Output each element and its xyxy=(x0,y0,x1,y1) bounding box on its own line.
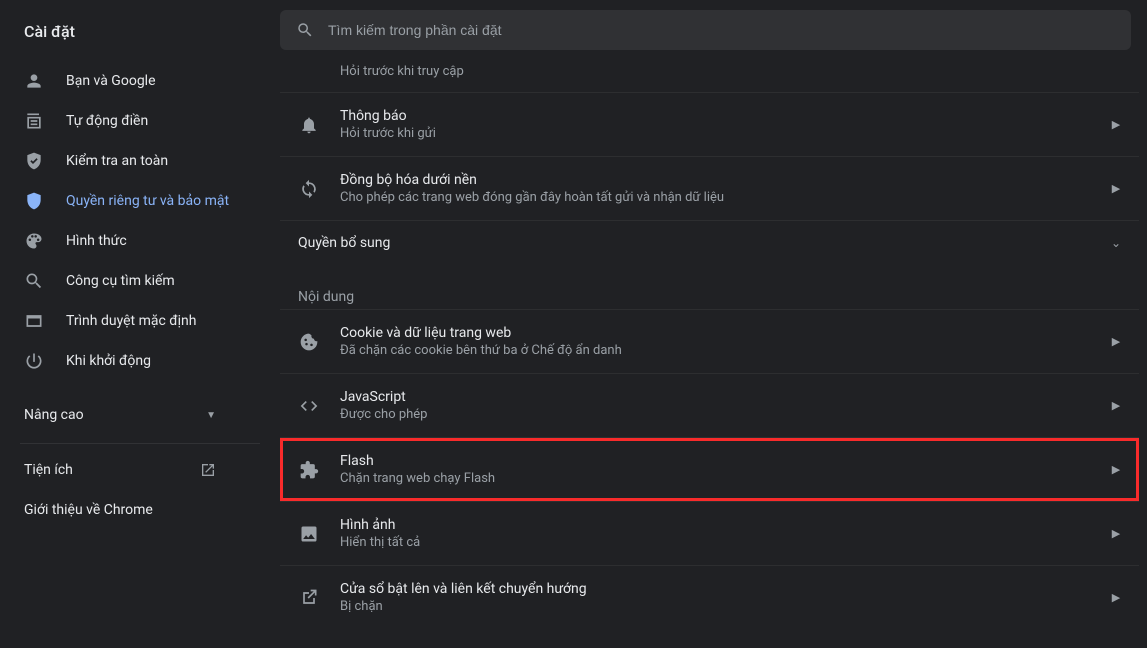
launch-icon xyxy=(200,462,256,478)
setting-row-subtitle: Cho phép các trang web đóng gần đây hoàn… xyxy=(340,190,1111,205)
search-wrap xyxy=(280,0,1147,60)
sidebar-item-autofill[interactable]: Tự động điền xyxy=(0,101,280,141)
sidebar-item-default-browser[interactable]: Trình duyệt mặc định xyxy=(0,301,280,341)
sidebar-item-on-startup[interactable]: Khi khởi động xyxy=(0,341,280,381)
setting-row-subtitle: Hiển thị tất cả xyxy=(340,535,1111,550)
chevron-right-icon: ▶ xyxy=(1111,591,1121,604)
setting-row-subtitle: Chặn trang web chạy Flash xyxy=(340,471,1111,486)
chevron-down-icon: ⌄ xyxy=(1111,236,1121,250)
setting-row-cookies[interactable]: Cookie và dữ liệu trang web Đã chặn các … xyxy=(280,309,1139,373)
sidebar-extensions[interactable]: Tiện ích xyxy=(0,450,280,490)
sidebar-nav: Bạn và Google Tự động điền Kiểm tra an t… xyxy=(0,61,280,648)
additional-permissions-label: Quyền bổ sung xyxy=(298,235,390,251)
setting-row-flash[interactable]: Flash Chặn trang web chạy Flash ▶ xyxy=(280,437,1139,501)
autofill-icon xyxy=(24,111,44,131)
chevron-right-icon: ▶ xyxy=(1111,182,1121,195)
sidebar-item-safety-check[interactable]: Kiểm tra an toàn xyxy=(0,141,280,181)
popup-icon xyxy=(298,587,320,609)
sidebar-item-label: Quyền riêng tư và bảo mật xyxy=(66,193,229,209)
setting-row-subtitle: Hỏi trước khi truy cập xyxy=(340,64,1111,79)
shield-check-icon xyxy=(24,151,44,171)
sidebar-item-you-and-google[interactable]: Bạn và Google xyxy=(0,61,280,101)
sidebar-advanced-toggle[interactable]: Nâng cao ▼ xyxy=(0,393,280,437)
chevron-right-icon: ▶ xyxy=(1111,118,1121,131)
setting-row-javascript[interactable]: JavaScript Được cho phép ▶ xyxy=(280,373,1139,437)
sidebar-item-label: Tự động điền xyxy=(66,113,148,129)
setting-row-subtitle: Đã chặn các cookie bên thứ ba ở Chế độ ẩ… xyxy=(340,343,1111,358)
setting-row-subtitle: Hỏi trước khi gửi xyxy=(340,126,1111,141)
chevron-right-icon: ▶ xyxy=(1111,335,1121,348)
setting-row-notifications[interactable]: Thông báo Hỏi trước khi gửi ▶ xyxy=(280,92,1139,156)
setting-row-title: Thông báo xyxy=(340,108,1111,124)
browser-icon xyxy=(24,311,44,331)
chevron-down-icon: ▼ xyxy=(206,410,256,421)
sidebar-item-label: Trình duyệt mặc định xyxy=(66,313,197,329)
content-section-title: Nội dung xyxy=(280,265,1139,309)
search-bar[interactable] xyxy=(280,10,1131,50)
palette-icon xyxy=(24,231,44,251)
setting-row-background-sync[interactable]: Đồng bộ hóa dưới nền Cho phép các trang … xyxy=(280,156,1139,220)
sidebar-item-search-engine[interactable]: Công cụ tìm kiếm xyxy=(0,261,280,301)
location-icon xyxy=(298,60,320,82)
chevron-right-icon: ▶ xyxy=(1111,463,1121,476)
sidebar-item-label: Kiểm tra an toàn xyxy=(66,153,168,169)
chevron-right-icon: ▶ xyxy=(1111,527,1121,540)
chevron-right-icon: ▶ xyxy=(1111,399,1121,412)
search-icon xyxy=(296,21,314,39)
sidebar: Cài đặt Bạn và Google Tự động điền Kiểm … xyxy=(0,0,280,648)
setting-row-images[interactable]: Hình ảnh Hiển thị tất cả ▶ xyxy=(280,501,1139,565)
page-title: Cài đặt xyxy=(0,0,280,61)
main-content: Hỏi trước khi truy cập ▶ Thông báo Hỏi t… xyxy=(280,0,1147,648)
power-icon xyxy=(24,351,44,371)
person-icon xyxy=(24,71,44,91)
sync-icon xyxy=(298,178,320,200)
bell-icon xyxy=(298,114,320,136)
setting-row-title: Đồng bộ hóa dưới nền xyxy=(340,172,1111,188)
code-icon xyxy=(298,395,320,417)
plugin-icon xyxy=(298,459,320,481)
sidebar-item-privacy-security[interactable]: Quyền riêng tư và bảo mật xyxy=(0,181,280,221)
sidebar-item-label: Khi khởi động xyxy=(66,353,151,369)
setting-row-subtitle: Được cho phép xyxy=(340,407,1111,422)
sidebar-item-appearance[interactable]: Hình thức xyxy=(0,221,280,261)
additional-permissions-toggle[interactable]: Quyền bổ sung ⌄ xyxy=(280,220,1139,265)
setting-row-subtitle: Bị chặn xyxy=(340,599,1111,614)
setting-row-title: JavaScript xyxy=(340,389,1111,405)
search-icon xyxy=(24,271,44,291)
sidebar-item-label: Công cụ tìm kiếm xyxy=(66,273,175,289)
settings-content: Hỏi trước khi truy cập ▶ Thông báo Hỏi t… xyxy=(280,60,1147,648)
setting-row-title: Cửa sổ bật lên và liên kết chuyển hướng xyxy=(340,581,1111,597)
shield-icon xyxy=(24,191,44,211)
setting-row-title: Hình ảnh xyxy=(340,517,1111,533)
sidebar-about-label: Giới thiệu về Chrome xyxy=(24,502,153,518)
setting-row-title: Flash xyxy=(340,453,1111,469)
sidebar-about-chrome[interactable]: Giới thiệu về Chrome xyxy=(0,490,280,530)
sidebar-advanced-label: Nâng cao xyxy=(24,407,84,423)
sidebar-item-label: Hình thức xyxy=(66,233,127,249)
setting-row-location[interactable]: Hỏi trước khi truy cập ▶ xyxy=(280,60,1139,92)
search-input[interactable] xyxy=(328,22,1115,38)
sidebar-extensions-label: Tiện ích xyxy=(24,462,73,478)
sidebar-item-label: Bạn và Google xyxy=(66,73,156,89)
setting-row-popups[interactable]: Cửa sổ bật lên và liên kết chuyển hướng … xyxy=(280,565,1139,629)
sidebar-divider xyxy=(20,443,260,444)
image-icon xyxy=(298,523,320,545)
setting-row-title: Cookie và dữ liệu trang web xyxy=(340,325,1111,341)
cookie-icon xyxy=(298,331,320,353)
